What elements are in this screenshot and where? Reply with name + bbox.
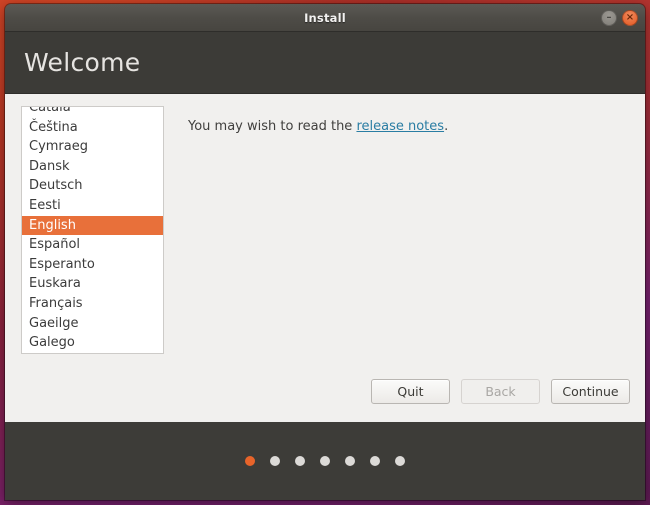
language-item[interactable]: Cymraeg <box>22 137 163 157</box>
step-dot <box>295 456 305 466</box>
step-dot <box>270 456 280 466</box>
window-title: Install <box>304 10 346 25</box>
content-main: Català Čeština Cymraeg Dansk Deutsch Eesti Eng… <box>5 106 645 379</box>
language-item[interactable]: Esperanto <box>22 255 163 275</box>
step-dot <box>370 456 380 466</box>
release-notes-link[interactable]: release notes <box>356 119 444 134</box>
language-item-label: Euskara <box>29 276 81 292</box>
language-item-label: Cymraeg <box>29 139 88 155</box>
content-area: Català Čeština Cymraeg Dansk Deutsch Eesti Eng… <box>5 94 645 422</box>
close-icon: × <box>625 12 635 23</box>
page-header: Welcome <box>5 32 645 94</box>
installer-window: Install – × Welcome Català Čeština Cymraeg… <box>5 4 645 500</box>
release-notes-line: You may wish to read the release notes. <box>188 119 645 134</box>
desktop-background: Install – × Welcome Català Čeština Cymraeg… <box>0 0 650 505</box>
language-item[interactable]: Dansk <box>22 157 163 177</box>
content-right: You may wish to read the release notes. <box>164 106 645 379</box>
release-notes-text-after: . <box>444 119 449 134</box>
minimize-icon: – <box>606 12 612 23</box>
close-button[interactable]: × <box>622 10 638 26</box>
step-dot <box>345 456 355 466</box>
language-item-label: Dansk <box>29 158 70 174</box>
language-item-label: Galego <box>29 335 75 351</box>
language-listbox[interactable]: Català Čeština Cymraeg Dansk Deutsch Eesti Eng… <box>21 106 164 354</box>
language-item[interactable]: Français <box>22 294 163 314</box>
release-notes-text-before: You may wish to read the <box>188 119 357 134</box>
language-item-label: Español <box>29 237 81 253</box>
quit-button[interactable]: Quit <box>371 379 450 404</box>
language-item[interactable]: Eesti <box>22 196 163 216</box>
language-item-label: Esperanto <box>29 256 95 272</box>
language-item[interactable]: Čeština <box>22 118 163 138</box>
language-item[interactable]: Euskara <box>22 274 163 294</box>
language-item-label: English <box>29 217 76 233</box>
language-item[interactable]: English <box>22 215 163 236</box>
footer-bar <box>5 422 645 500</box>
language-item-label: Català <box>29 106 71 115</box>
language-item-label: Deutsch <box>29 178 83 194</box>
step-dot <box>320 456 330 466</box>
language-item[interactable]: Español <box>22 235 163 255</box>
step-dot-active <box>245 456 255 466</box>
language-list-items: Català Čeština Cymraeg Dansk Deutsch Eesti Eng… <box>22 106 163 353</box>
language-item[interactable]: Galego <box>22 333 163 353</box>
window-titlebar: Install – × <box>5 4 645 32</box>
language-panel: Català Čeština Cymraeg Dansk Deutsch Eesti Eng… <box>5 106 164 379</box>
language-item-label: Eesti <box>29 197 61 213</box>
language-item[interactable]: Deutsch <box>22 176 163 196</box>
step-dot <box>395 456 405 466</box>
window-controls: – × <box>601 4 638 32</box>
continue-button[interactable]: Continue <box>551 379 630 404</box>
language-item-label: Gaeilge <box>29 315 79 331</box>
language-item[interactable]: Català <box>22 106 163 118</box>
page-title: Welcome <box>24 48 141 77</box>
minimize-button[interactable]: – <box>601 10 617 26</box>
step-indicator <box>245 456 405 466</box>
language-item-label: Français <box>29 295 83 311</box>
language-item[interactable]: Gaeilge <box>22 314 163 334</box>
language-item-label: Čeština <box>29 119 78 135</box>
back-button: Back <box>461 379 540 404</box>
button-bar: Quit Back Continue <box>5 379 645 422</box>
